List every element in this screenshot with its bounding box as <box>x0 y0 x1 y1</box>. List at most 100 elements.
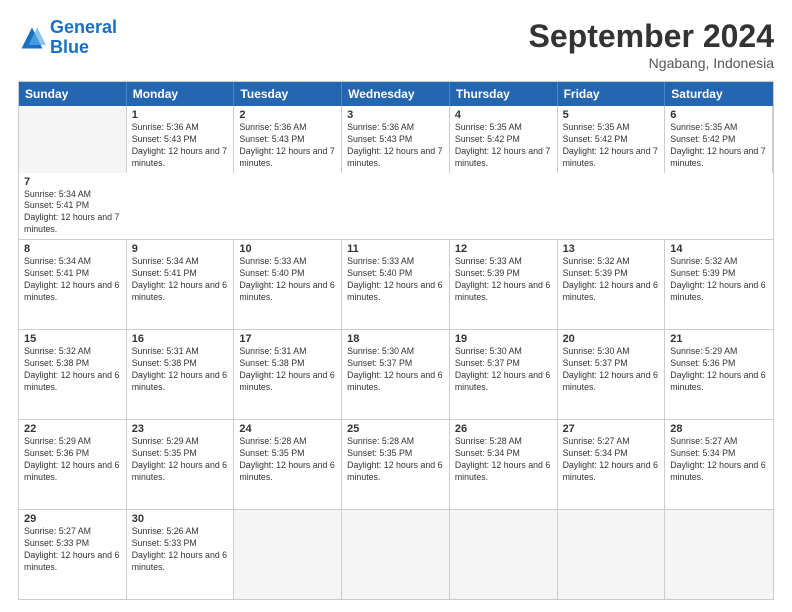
calendar-cell <box>450 510 558 599</box>
day-number: 20 <box>563 333 660 345</box>
header: General Blue September 2024 Ngabang, Ind… <box>18 18 774 71</box>
cell-info: Sunrise: 5:30 AMSunset: 5:37 PMDaylight:… <box>455 346 552 394</box>
cell-info: Sunrise: 5:29 AMSunset: 5:35 PMDaylight:… <box>132 436 229 484</box>
calendar-cell: 5Sunrise: 5:35 AMSunset: 5:42 PMDaylight… <box>558 106 666 173</box>
cell-info: Sunrise: 5:30 AMSunset: 5:37 PMDaylight:… <box>563 346 660 394</box>
cell-info: Sunrise: 5:32 AMSunset: 5:39 PMDaylight:… <box>563 256 660 304</box>
day-number: 11 <box>347 243 444 255</box>
cell-info: Sunrise: 5:34 AMSunset: 5:41 PMDaylight:… <box>24 256 121 304</box>
calendar: SundayMondayTuesdayWednesdayThursdayFrid… <box>18 81 774 600</box>
day-number: 29 <box>24 513 121 525</box>
cell-info: Sunrise: 5:32 AMSunset: 5:38 PMDaylight:… <box>24 346 121 394</box>
calendar-row: 22Sunrise: 5:29 AMSunset: 5:36 PMDayligh… <box>19 419 773 509</box>
calendar-header: SundayMondayTuesdayWednesdayThursdayFrid… <box>19 82 773 106</box>
cell-info: Sunrise: 5:36 AMSunset: 5:43 PMDaylight:… <box>132 122 229 170</box>
calendar-body: 1Sunrise: 5:36 AMSunset: 5:43 PMDaylight… <box>19 106 773 599</box>
calendar-cell: 2Sunrise: 5:36 AMSunset: 5:43 PMDaylight… <box>234 106 342 173</box>
cell-info: Sunrise: 5:27 AMSunset: 5:34 PMDaylight:… <box>563 436 660 484</box>
title-block: September 2024 Ngabang, Indonesia <box>529 18 774 71</box>
calendar-cell <box>234 510 342 599</box>
calendar-cell: 1Sunrise: 5:36 AMSunset: 5:43 PMDaylight… <box>127 106 235 173</box>
logo: General Blue <box>18 18 117 58</box>
calendar-cell: 27Sunrise: 5:27 AMSunset: 5:34 PMDayligh… <box>558 420 666 509</box>
day-number: 24 <box>239 423 336 435</box>
day-number: 13 <box>563 243 660 255</box>
calendar-cell: 14Sunrise: 5:32 AMSunset: 5:39 PMDayligh… <box>665 240 773 329</box>
day-number: 17 <box>239 333 336 345</box>
day-number: 2 <box>239 109 336 121</box>
cell-info: Sunrise: 5:27 AMSunset: 5:33 PMDaylight:… <box>24 526 121 574</box>
cell-info: Sunrise: 5:30 AMSunset: 5:37 PMDaylight:… <box>347 346 444 394</box>
calendar-cell: 6Sunrise: 5:35 AMSunset: 5:42 PMDaylight… <box>665 106 773 173</box>
cell-info: Sunrise: 5:26 AMSunset: 5:33 PMDaylight:… <box>132 526 229 574</box>
calendar-cell: 28Sunrise: 5:27 AMSunset: 5:34 PMDayligh… <box>665 420 773 509</box>
calendar-cell: 3Sunrise: 5:36 AMSunset: 5:43 PMDaylight… <box>342 106 450 173</box>
calendar-cell: 25Sunrise: 5:28 AMSunset: 5:35 PMDayligh… <box>342 420 450 509</box>
calendar-cell: 7Sunrise: 5:34 AMSunset: 5:41 PMDaylight… <box>19 173 127 240</box>
calendar-cell: 9Sunrise: 5:34 AMSunset: 5:41 PMDaylight… <box>127 240 235 329</box>
cell-info: Sunrise: 5:31 AMSunset: 5:38 PMDaylight:… <box>132 346 229 394</box>
calendar-cell: 30Sunrise: 5:26 AMSunset: 5:33 PMDayligh… <box>127 510 235 599</box>
calendar-row: 15Sunrise: 5:32 AMSunset: 5:38 PMDayligh… <box>19 329 773 419</box>
location: Ngabang, Indonesia <box>529 55 774 71</box>
day-number: 16 <box>132 333 229 345</box>
day-number: 12 <box>455 243 552 255</box>
calendar-cell: 11Sunrise: 5:33 AMSunset: 5:40 PMDayligh… <box>342 240 450 329</box>
calendar-cell: 15Sunrise: 5:32 AMSunset: 5:38 PMDayligh… <box>19 330 127 419</box>
month-title: September 2024 <box>529 18 774 55</box>
page: General Blue September 2024 Ngabang, Ind… <box>0 0 792 612</box>
day-number: 8 <box>24 243 121 255</box>
cell-info: Sunrise: 5:35 AMSunset: 5:42 PMDaylight:… <box>455 122 552 170</box>
day-number: 30 <box>132 513 229 525</box>
calendar-cell: 17Sunrise: 5:31 AMSunset: 5:38 PMDayligh… <box>234 330 342 419</box>
day-number: 9 <box>132 243 229 255</box>
day-number: 27 <box>563 423 660 435</box>
cell-info: Sunrise: 5:36 AMSunset: 5:43 PMDaylight:… <box>347 122 444 170</box>
logo-icon <box>18 24 46 52</box>
logo-text: General Blue <box>50 18 117 58</box>
day-number: 5 <box>563 109 660 121</box>
header-day: Friday <box>558 82 666 106</box>
day-number: 6 <box>670 109 767 121</box>
calendar-cell: 13Sunrise: 5:32 AMSunset: 5:39 PMDayligh… <box>558 240 666 329</box>
cell-info: Sunrise: 5:36 AMSunset: 5:43 PMDaylight:… <box>239 122 336 170</box>
cell-info: Sunrise: 5:33 AMSunset: 5:40 PMDaylight:… <box>347 256 444 304</box>
calendar-row: 29Sunrise: 5:27 AMSunset: 5:33 PMDayligh… <box>19 509 773 599</box>
calendar-cell <box>19 106 127 173</box>
day-number: 23 <box>132 423 229 435</box>
cell-info: Sunrise: 5:34 AMSunset: 5:41 PMDaylight:… <box>24 189 122 237</box>
header-day: Saturday <box>665 82 773 106</box>
cell-info: Sunrise: 5:33 AMSunset: 5:39 PMDaylight:… <box>455 256 552 304</box>
calendar-cell: 24Sunrise: 5:28 AMSunset: 5:35 PMDayligh… <box>234 420 342 509</box>
day-number: 4 <box>455 109 552 121</box>
calendar-cell <box>558 510 666 599</box>
calendar-cell: 18Sunrise: 5:30 AMSunset: 5:37 PMDayligh… <box>342 330 450 419</box>
header-day: Tuesday <box>234 82 342 106</box>
calendar-cell <box>665 510 773 599</box>
cell-info: Sunrise: 5:35 AMSunset: 5:42 PMDaylight:… <box>670 122 767 170</box>
calendar-cell: 19Sunrise: 5:30 AMSunset: 5:37 PMDayligh… <box>450 330 558 419</box>
calendar-row: 1Sunrise: 5:36 AMSunset: 5:43 PMDaylight… <box>19 106 773 239</box>
calendar-cell: 26Sunrise: 5:28 AMSunset: 5:34 PMDayligh… <box>450 420 558 509</box>
calendar-cell: 4Sunrise: 5:35 AMSunset: 5:42 PMDaylight… <box>450 106 558 173</box>
cell-info: Sunrise: 5:28 AMSunset: 5:35 PMDaylight:… <box>239 436 336 484</box>
day-number: 21 <box>670 333 768 345</box>
cell-info: Sunrise: 5:35 AMSunset: 5:42 PMDaylight:… <box>563 122 660 170</box>
calendar-row: 8Sunrise: 5:34 AMSunset: 5:41 PMDaylight… <box>19 239 773 329</box>
cell-info: Sunrise: 5:29 AMSunset: 5:36 PMDaylight:… <box>24 436 121 484</box>
day-number: 19 <box>455 333 552 345</box>
day-number: 15 <box>24 333 121 345</box>
day-number: 7 <box>24 176 122 188</box>
day-number: 26 <box>455 423 552 435</box>
cell-info: Sunrise: 5:28 AMSunset: 5:35 PMDaylight:… <box>347 436 444 484</box>
day-number: 10 <box>239 243 336 255</box>
calendar-cell: 29Sunrise: 5:27 AMSunset: 5:33 PMDayligh… <box>19 510 127 599</box>
calendar-cell: 16Sunrise: 5:31 AMSunset: 5:38 PMDayligh… <box>127 330 235 419</box>
day-number: 25 <box>347 423 444 435</box>
header-day: Wednesday <box>342 82 450 106</box>
day-number: 22 <box>24 423 121 435</box>
calendar-cell: 10Sunrise: 5:33 AMSunset: 5:40 PMDayligh… <box>234 240 342 329</box>
day-number: 14 <box>670 243 768 255</box>
cell-info: Sunrise: 5:34 AMSunset: 5:41 PMDaylight:… <box>132 256 229 304</box>
cell-info: Sunrise: 5:31 AMSunset: 5:38 PMDaylight:… <box>239 346 336 394</box>
